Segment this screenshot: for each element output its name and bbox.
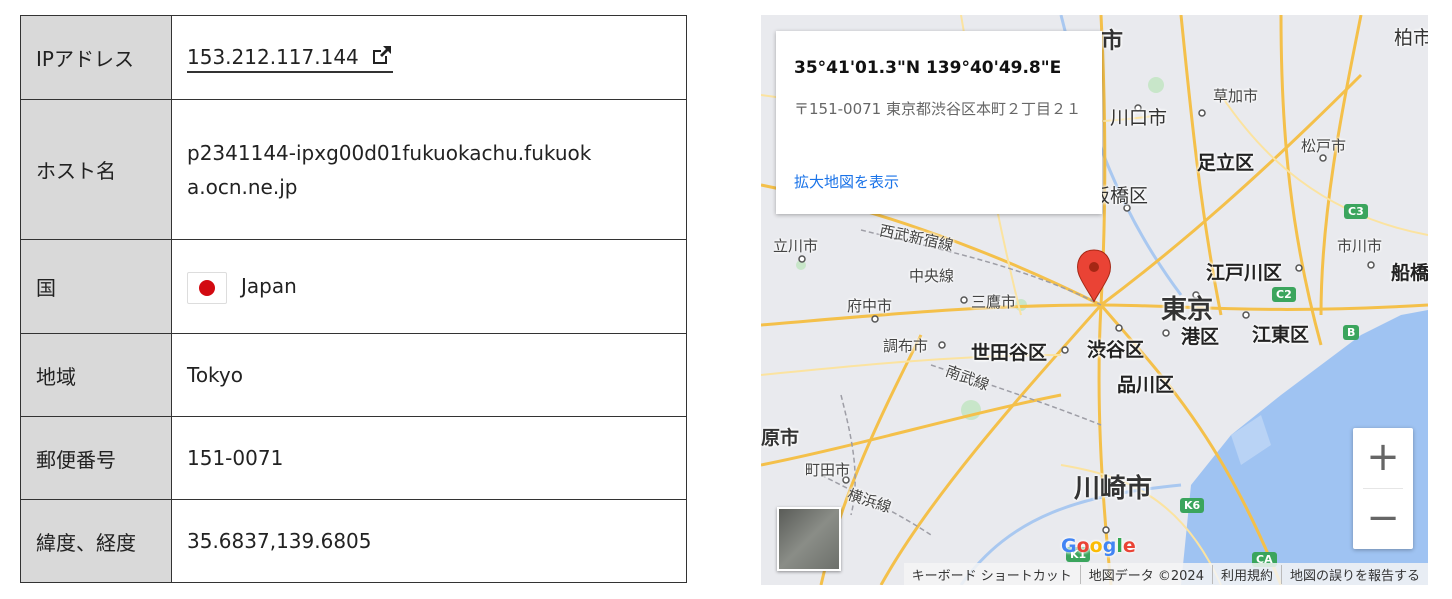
- row-label: ホスト名: [20, 99, 172, 240]
- map-label: 三鷹市: [971, 293, 1017, 311]
- zoom-out-button[interactable]: −: [1353, 489, 1413, 549]
- row-label: IPアドレス: [20, 15, 172, 100]
- map-label: 町田市: [805, 461, 851, 479]
- satellite-view-toggle[interactable]: [777, 507, 841, 571]
- view-larger-map-link[interactable]: 拡大地図を表示: [794, 171, 899, 192]
- table-row: 地域 Tokyo: [20, 333, 687, 417]
- hostname-value: p2341144-ipxg00d01fukuokachu.fukuoka.ocn…: [171, 99, 687, 240]
- map-label: 江東区: [1252, 324, 1310, 346]
- postal-code-value: 151-0071: [171, 416, 687, 500]
- map-label: 原市: [761, 427, 800, 449]
- zoom-in-button[interactable]: +: [1353, 428, 1413, 488]
- location-info-card: 35°41'01.3"N 139°40'49.8"E 〒151-0071 東京都…: [776, 31, 1102, 214]
- map-label: 松戸市: [1301, 137, 1347, 155]
- map-label: 港区: [1181, 326, 1220, 348]
- google-logo: Google: [1061, 535, 1136, 557]
- map-attribution-bar: キーボード ショートカット 地図データ ©2024 利用規約 地図の誤りを報告す…: [903, 563, 1428, 585]
- ip-address-text: 153.212.117.144: [187, 44, 359, 69]
- row-label: 郵便番号: [20, 416, 172, 500]
- map-data-text: 地図データ ©2024: [1079, 564, 1212, 584]
- map-label: 立川市: [773, 237, 819, 255]
- row-label: 国: [20, 239, 172, 334]
- map-label: 中央線: [909, 267, 955, 285]
- map-label: 渋谷区: [1087, 339, 1145, 361]
- map-label: 府中市: [847, 297, 893, 315]
- row-value: 153.212.117.144: [171, 15, 687, 100]
- table-row: ホスト名 p2341144-ipxg00d01fukuokachu.fukuok…: [20, 99, 687, 240]
- highway-badge: B: [1343, 325, 1360, 340]
- embedded-map[interactable]: 市 柏市 草加市 川口市 松戸市 足立区 板橋区 立川市 西武新宿線 市川市 江…: [761, 15, 1428, 585]
- location-pin: [1077, 249, 1111, 303]
- table-row: 郵便番号 151-0071: [20, 416, 687, 500]
- japan-flag-icon: [187, 271, 227, 304]
- map-label: 柏市: [1394, 27, 1428, 49]
- map-label: 足立区: [1197, 152, 1255, 174]
- table-row: 緯度、経度 35.6837,139.6805: [20, 499, 687, 583]
- terms-link[interactable]: 利用規約: [1211, 564, 1281, 584]
- map-label: 川崎市: [1074, 474, 1153, 504]
- coordinates-text: 35°41'01.3"N 139°40'49.8"E: [794, 58, 1062, 78]
- ip-info-table: IPアドレス 153.212.117.144 ホスト名 p2341144-ipx…: [20, 15, 687, 583]
- row-value: Japan: [171, 239, 687, 334]
- map-label: 市: [1101, 29, 1124, 54]
- region-value: Tokyo: [171, 333, 687, 417]
- highway-badge: C2: [1272, 287, 1296, 302]
- row-label: 緯度、経度: [20, 499, 172, 583]
- address-text: 〒151-0071 東京都渋谷区本町２丁目２１: [794, 100, 1081, 118]
- lat-lng-value: 35.6837,139.6805: [171, 499, 687, 583]
- table-row: IPアドレス 153.212.117.144: [20, 15, 687, 100]
- row-label: 地域: [20, 333, 172, 417]
- table-row: 国 Japan: [20, 239, 687, 334]
- highway-badge: C3: [1344, 204, 1368, 219]
- zoom-control: + −: [1353, 428, 1413, 549]
- map-label: 市川市: [1337, 237, 1383, 255]
- map-label: 船橋: [1391, 262, 1428, 284]
- map-label: 世田谷区: [971, 342, 1048, 364]
- ip-address-link[interactable]: 153.212.117.144: [187, 44, 394, 73]
- hostname-text: p2341144-ipxg00d01fukuokachu.fukuoka.ocn…: [187, 140, 592, 199]
- map-label: 品川区: [1117, 374, 1175, 396]
- map-label: 調布市: [883, 337, 929, 355]
- country-text: Japan: [241, 274, 297, 299]
- highway-badge: K6: [1180, 498, 1205, 513]
- keyboard-shortcuts-link[interactable]: キーボード ショートカット: [904, 565, 1080, 584]
- map-label: 江戸川区: [1206, 262, 1283, 284]
- report-error-link[interactable]: 地図の誤りを報告する: [1280, 564, 1428, 584]
- external-link-icon: [371, 41, 393, 75]
- map-label: 川口市: [1110, 107, 1168, 129]
- map-label: 東京: [1161, 295, 1214, 325]
- map-label: 草加市: [1213, 87, 1259, 105]
